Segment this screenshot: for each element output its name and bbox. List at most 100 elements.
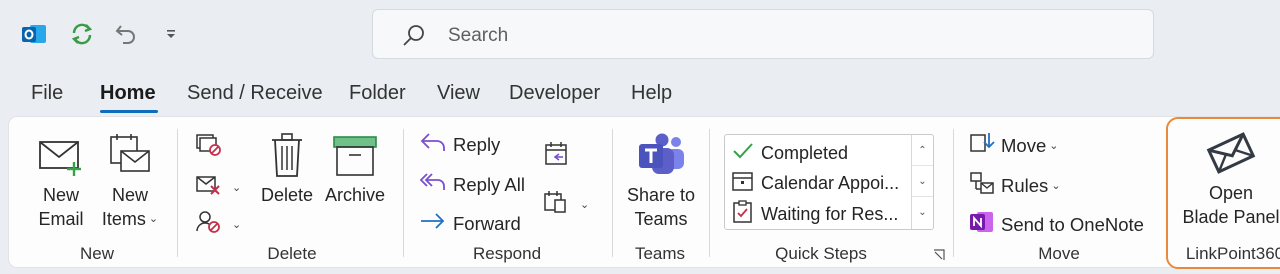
- reply-icon: [419, 131, 453, 158]
- tab-folder[interactable]: Folder: [349, 82, 406, 105]
- chevron-down-icon: ⌄: [1051, 180, 1061, 192]
- junk-button[interactable]: ⌄: [195, 209, 241, 240]
- group-label-quick-steps: Quick Steps: [775, 244, 867, 263]
- new-items-label-1: New: [111, 185, 148, 205]
- group-label-move: Move: [1038, 244, 1080, 263]
- clean-up-icon: [195, 173, 229, 202]
- reply-all-label: Reply All: [453, 173, 525, 195]
- quick-steps-gallery: Completed Calendar Appoi... Waiting for …: [724, 134, 934, 230]
- quick-step-waiting[interactable]: Waiting for Res...: [731, 200, 898, 229]
- clean-up-button[interactable]: ⌄: [195, 173, 241, 202]
- move-button[interactable]: Move ⌄: [969, 131, 1058, 160]
- new-items-icon: [97, 127, 163, 183]
- onenote-icon: [969, 210, 1001, 239]
- group-separator: [709, 129, 710, 257]
- scroll-down-icon[interactable]: ⌄: [912, 166, 933, 197]
- group-separator: [612, 129, 613, 257]
- new-items-label-2: Items: [101, 209, 146, 229]
- share-to-teams-button[interactable]: Share to Teams: [621, 127, 701, 231]
- chevron-down-icon: ⌄: [232, 182, 242, 194]
- forward-icon: [419, 210, 453, 237]
- group-separator: [403, 129, 404, 257]
- chevron-down-icon: ⌄: [580, 199, 590, 211]
- title-bar: Search: [0, 0, 1280, 66]
- archive-icon: [322, 127, 388, 183]
- meeting-button[interactable]: [543, 141, 577, 172]
- teams-icon: [621, 127, 701, 183]
- junk-icon: [195, 209, 229, 240]
- delete-button[interactable]: Delete: [258, 127, 316, 207]
- calendar-reply-icon: [543, 141, 577, 172]
- send-to-onenote-label: Send to OneNote: [1001, 213, 1144, 235]
- expand-gallery-icon[interactable]: ⌄: [912, 197, 933, 228]
- trash-icon: [258, 127, 316, 183]
- group-label-teams: Teams: [634, 244, 686, 263]
- search-box[interactable]: Search: [372, 9, 1154, 59]
- calendar-icon: [731, 170, 761, 197]
- tab-home[interactable]: Home: [100, 82, 156, 105]
- move-icon: [969, 131, 1001, 160]
- tab-file[interactable]: File: [31, 82, 63, 105]
- send-to-onenote-button[interactable]: Send to OneNote: [969, 210, 1144, 239]
- group-label-new: New: [79, 244, 114, 263]
- customize-icon[interactable]: [157, 20, 185, 48]
- open-blade-panel-button[interactable]: Open Blade Panel: [1179, 125, 1280, 229]
- new-items-button[interactable]: New Items ⌄: [97, 127, 163, 231]
- archive-button[interactable]: Archive: [322, 127, 388, 207]
- reply-label: Reply: [453, 133, 501, 155]
- active-tab-indicator: [100, 110, 158, 113]
- reply-button[interactable]: Reply: [419, 131, 500, 158]
- rules-label: Rules: [1001, 174, 1049, 196]
- open-blade-panel-label-1: Open: [1208, 183, 1254, 203]
- rules-icon: [969, 171, 1001, 200]
- forward-button[interactable]: Forward: [419, 210, 521, 237]
- tab-send-receive[interactable]: Send / Receive: [187, 82, 323, 105]
- group-separator: [177, 129, 178, 257]
- new-email-label-1: New: [42, 185, 79, 205]
- ribbon: New Email New Items ⌄ New ⌄ ⌄ Delete Arc…: [8, 116, 1280, 269]
- group-label-respond: Respond: [472, 244, 542, 263]
- reply-all-button[interactable]: Reply All: [419, 171, 525, 198]
- delete-label: Delete: [260, 185, 314, 205]
- scroll-up-icon[interactable]: ⌃: [912, 135, 933, 166]
- more-respond-icon: [543, 189, 577, 220]
- new-email-icon: [31, 127, 91, 183]
- ignore-button[interactable]: [195, 133, 229, 162]
- reply-all-icon: [419, 171, 453, 198]
- group-separator: [953, 129, 954, 257]
- quick-step-label: Waiting for Res...: [761, 204, 899, 224]
- ignore-icon: [195, 133, 229, 162]
- chevron-down-icon: ⌄: [148, 213, 159, 225]
- more-respond-button[interactable]: ⌄: [543, 189, 589, 220]
- share-to-teams-label-2: Teams: [634, 209, 688, 229]
- group-label-linkpoint: LinkPoint360: [1185, 244, 1280, 263]
- search-icon: [401, 23, 427, 54]
- checkmark-icon: [731, 140, 761, 167]
- tab-view[interactable]: View: [437, 82, 480, 105]
- rules-button[interactable]: Rules ⌄: [969, 171, 1061, 200]
- move-label: Move: [1001, 134, 1047, 156]
- new-email-button[interactable]: New Email: [31, 127, 91, 231]
- chevron-down-icon: ⌄: [1049, 140, 1059, 152]
- outlook-icon[interactable]: [20, 20, 48, 48]
- quick-step-label: Completed: [761, 143, 849, 163]
- search-input[interactable]: Search: [448, 25, 508, 47]
- chevron-down-icon: ⌄: [232, 219, 242, 231]
- open-blade-panel-label-2: Blade Panel: [1182, 207, 1280, 227]
- share-to-teams-label-1: Share to: [626, 185, 696, 205]
- quick-step-calendar[interactable]: Calendar Appoi...: [731, 170, 899, 197]
- tab-help[interactable]: Help: [631, 82, 672, 105]
- sync-icon[interactable]: [68, 20, 96, 48]
- quick-steps-scrollbar: ⌃ ⌄ ⌄: [911, 135, 933, 229]
- quick-step-label: Calendar Appoi...: [761, 173, 900, 193]
- archive-label: Archive: [324, 185, 386, 205]
- dialog-launcher-icon[interactable]: [933, 248, 945, 266]
- undo-icon[interactable]: [112, 20, 140, 48]
- envelope-send-icon: [1179, 125, 1280, 181]
- new-email-label-2: Email: [38, 209, 84, 229]
- forward-label: Forward: [453, 212, 521, 234]
- group-label-delete: Delete: [267, 244, 317, 263]
- quick-step-completed[interactable]: Completed: [731, 140, 848, 167]
- ribbon-tabs: File Home Send / Receive Folder View Dev…: [0, 76, 1280, 116]
- tab-developer[interactable]: Developer: [509, 82, 600, 105]
